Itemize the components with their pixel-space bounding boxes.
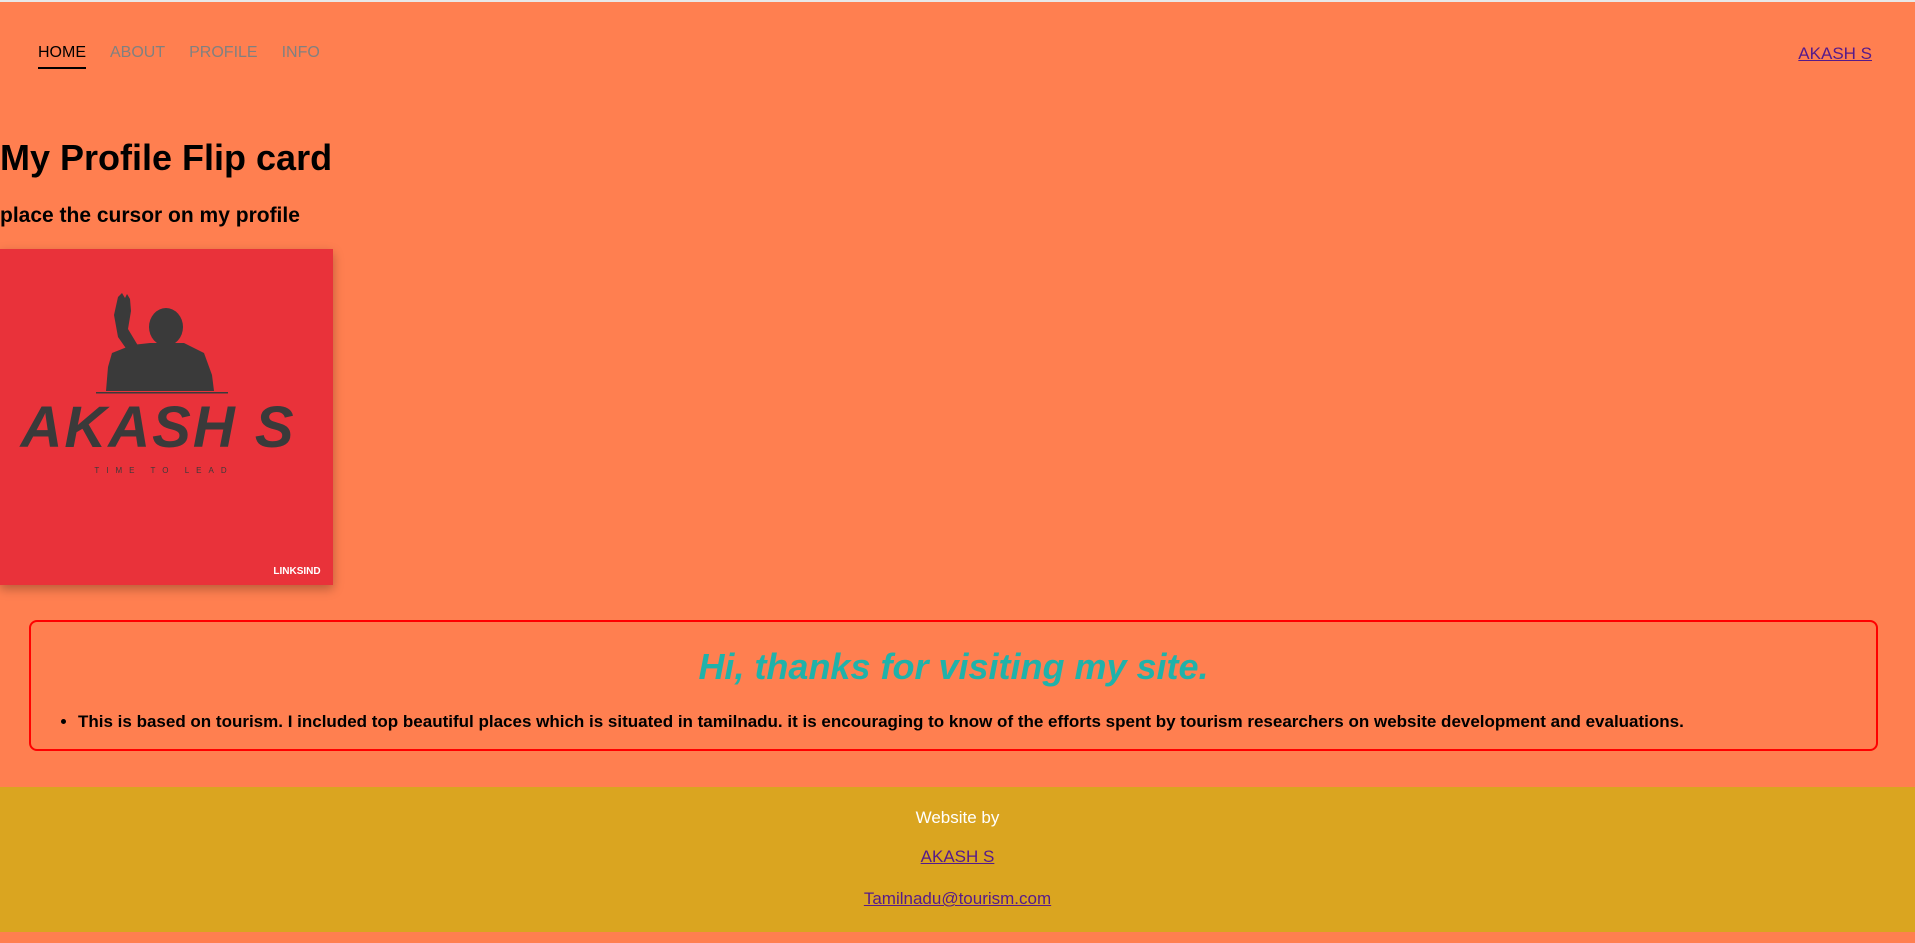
info-list: This is based on tourism. I included top… — [31, 712, 1684, 732]
footer-email-link[interactable]: Tamilnadu@tourism.com — [864, 889, 1051, 908]
profile-logo-image: AKASH S TIME TO LEAD LINKSIND — [0, 249, 333, 585]
logo-name-text: AKASH S — [18, 395, 295, 460]
page-footer: Website by AKASH S Tamilnadu@tourism.com — [0, 787, 1915, 932]
welcome-message-box: Hi, thanks for visiting my site. This is… — [29, 620, 1878, 751]
main-nav: HOME ABOUT PROFILE INFO — [38, 44, 320, 69]
logo-tagline-text: TIME TO LEAD — [94, 466, 233, 475]
footer-label: Website by — [915, 808, 1000, 827]
list-item: This is based on tourism. I included top… — [78, 712, 1684, 732]
flip-instruction: place the cursor on my profile — [0, 204, 300, 227]
brand-link[interactable]: AKASH S — [1798, 44, 1872, 64]
page-title: My Profile Flip card — [0, 137, 333, 178]
greeting-heading: Hi, thanks for visiting my site. — [698, 646, 1209, 687]
watermark-text: LINKSIND — [273, 566, 320, 577]
nav-about-link[interactable]: ABOUT — [110, 44, 165, 69]
profile-flip-card[interactable]: AKASH S TIME TO LEAD LINKSIND — [0, 249, 333, 585]
footer-author-link[interactable]: AKASH S — [921, 847, 995, 866]
nav-info-link[interactable]: INFO — [282, 44, 320, 69]
top-border — [0, 0, 1915, 2]
nav-home-link[interactable]: HOME — [38, 44, 86, 69]
nav-profile-link[interactable]: PROFILE — [189, 44, 257, 69]
